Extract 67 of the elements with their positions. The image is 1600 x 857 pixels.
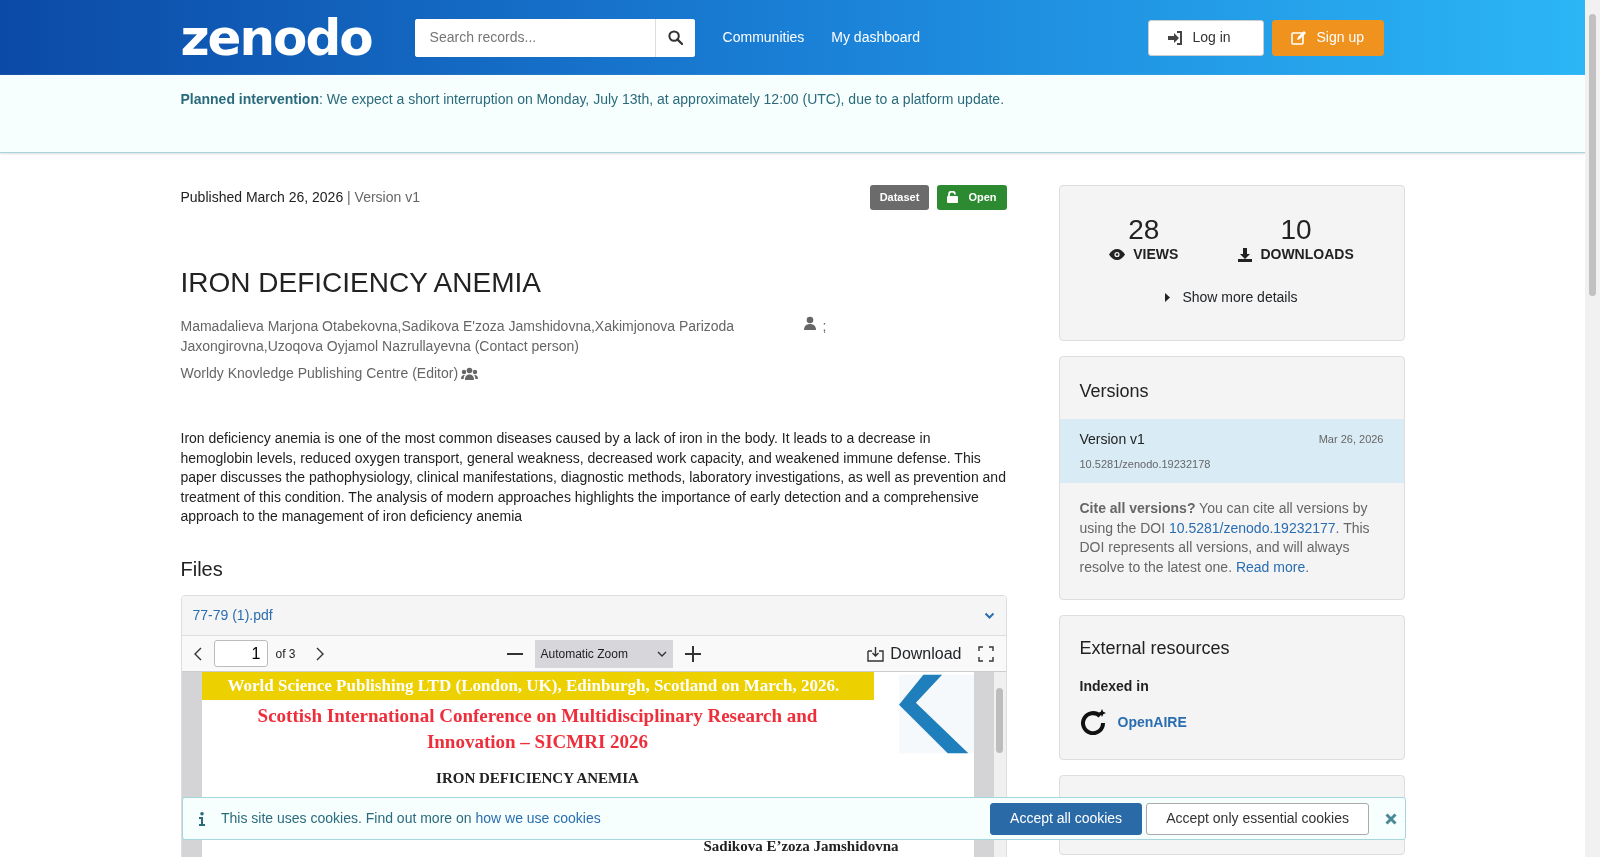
document-author: Sadikova E’zoza Jamshidovna (703, 838, 899, 854)
caret-icon (656, 650, 667, 657)
download-icon (1238, 247, 1253, 262)
search-button[interactable] (654, 18, 695, 57)
zoom-select[interactable]: Automatic Zoom (534, 639, 673, 668)
accept-all-button[interactable]: Accept all cookies (990, 802, 1143, 835)
document-banner: World Science Publishing LTD (London, UK), Edinburgh, Scotland on March, 2026. (201, 672, 874, 701)
nav-link[interactable]: My dashboard (831, 27, 921, 48)
stat-value: 28 (1127, 216, 1161, 244)
file-link[interactable]: 77-79 (1).pdf (192, 605, 273, 627)
conference-title: Scottish International Conference on Multidisciplinary Research and (256, 704, 819, 729)
indexed-link[interactable]: OpenAIRE (1117, 711, 1187, 733)
search-field[interactable]: Search records... (414, 18, 695, 57)
plus-icon (684, 646, 701, 663)
chevron-left-icon (193, 647, 202, 662)
edit-icon (1290, 30, 1307, 45)
nav-link[interactable]: Communities (722, 27, 805, 48)
conference-title: Innovation – SICMRI 2026 (425, 730, 650, 755)
description-text: Iron deficiency anemia is one of the most common diseases caused by a lack of iron in the body. It leads to a decrease in hemoglobin levels, reduced oxygen transport, general weakness, decreased work capacity, and weakened immune defense. This paper discusses the pathophysiology, clinical manifestations, diagnostic methods, laboratory investigations, as well as prevention and treatment of this condition. The analysis of modern approaches highlights the importance of early detection and a comprehensive approach to the management of iron deficiency anemia (180, 429, 1007, 527)
record-title: IRON DEFICIENCY ANEMIA (180, 265, 542, 300)
notice-text: Planned intervention: We expect a short interruption on Monday, July 13th, at approximately 12:00 (UTC), due to a platform update. (180, 90, 1006, 109)
publication-date: Published March 26, 2026 | Version v1 (180, 187, 420, 207)
chevron-right-icon (315, 647, 324, 662)
version-doi: 10.5281/zenodo.19232178 (1079, 456, 1212, 472)
version-label: Version v1 (1079, 429, 1145, 449)
login-button[interactable]: Log in (1147, 19, 1264, 56)
sign-in-icon (1166, 30, 1183, 45)
search-icon (667, 30, 683, 45)
eye-icon (1109, 249, 1126, 260)
doi-link[interactable]: 10.5281/zenodo.19232177 (1169, 519, 1336, 536)
stat-value: 10 (1279, 216, 1313, 244)
access-badge: Open (937, 185, 1007, 210)
separator-text: ; (822, 317, 827, 337)
show-more-toggle[interactable]: Show more details (1165, 287, 1298, 308)
type-badge: Dataset (869, 185, 930, 210)
caret-right-icon (1165, 293, 1171, 302)
page-number-field[interactable]: 1 (213, 640, 268, 668)
user-icon (802, 316, 817, 331)
creator-list: Mamadalieva Marjona Otabekovna,Sadikova E'zoza Jamshidovna,Xakimjonova Parizoda Jaxongirovna,Uzoqova Oyjamol Nazrullayevna (Contact person) (180, 316, 741, 357)
logo[interactable]: zenodo (180, 12, 372, 63)
unlock-icon (947, 191, 959, 204)
page-count: of 3 (275, 645, 296, 663)
panel-heading: Versions (1078, 380, 1150, 403)
cookie-text: This site uses cookies. Find out more on how we use cookies (221, 809, 601, 828)
panel-heading: External resources (1079, 638, 1231, 661)
contributor-name: Worldy Knovledge Publishing Centre (Editor) (180, 364, 459, 384)
version-date: Mar 26, 2026 (1318, 431, 1384, 447)
document-title: IRON DEFICIENCY ANEMIA (435, 769, 640, 789)
file-header[interactable]: 77-79 (1).pdf (181, 596, 1006, 637)
minus-icon (506, 653, 523, 656)
scrollbar[interactable] (1585, 0, 1600, 857)
subheading: Indexed in (1079, 677, 1150, 697)
accept-essential-button[interactable]: Accept only essential cookies (1146, 802, 1369, 835)
users-icon (461, 367, 479, 381)
stat-label: VIEWS (1133, 245, 1179, 264)
download-button[interactable]: Download (863, 637, 966, 670)
close-icon (1385, 813, 1397, 826)
info-icon (199, 811, 205, 826)
version-item[interactable]: Version v1 Mar 26, 2026 10.5281/zenodo.19232178 (1059, 418, 1404, 484)
citation-text: Cite all versions? You can cite all versions by using the DOI 10.5281/zenodo.19232177. This DOI represents all versions, and will always resolve to the latest one. Read more. (1078, 499, 1371, 577)
read-more-link[interactable]: Read more (1235, 558, 1306, 575)
download-icon (867, 645, 885, 662)
ring-logo-icon (1079, 709, 1106, 736)
cookie-policy-link[interactable]: how we use cookies (475, 810, 601, 826)
stat-label: DOWNLOADS (1260, 245, 1354, 264)
section-heading: Files (180, 557, 224, 582)
fullscreen-icon (977, 646, 994, 663)
